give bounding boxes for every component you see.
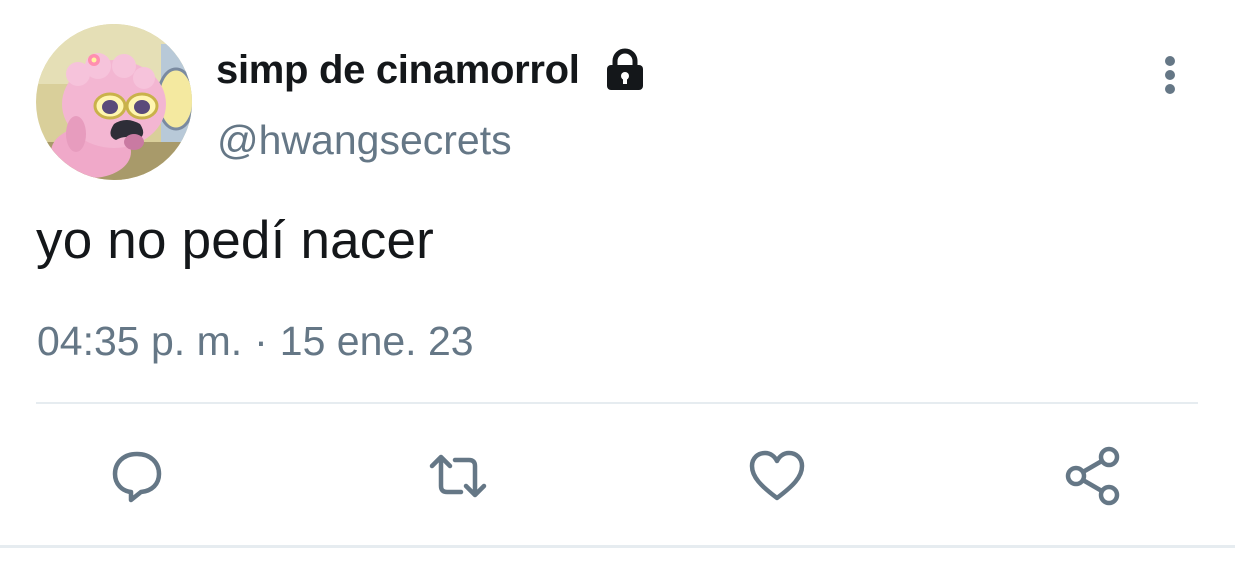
lock-icon [606,48,643,90]
more-options-button[interactable] [1150,52,1190,98]
user-handle[interactable]: @hwangsecrets [217,117,512,164]
reply-bubble-icon [112,451,162,503]
meta-separator: · [254,318,268,364]
avatar[interactable] [36,24,192,180]
heart-icon [749,450,805,501]
bottom-divider [0,545,1235,548]
avatar-image [36,24,192,180]
like-button[interactable] [747,446,807,506]
retweet-button[interactable] [428,446,488,506]
display-name-row: simp de cinamorrol [216,44,648,96]
display-name[interactable]: simp de cinamorrol [216,48,580,93]
tweet-timestamp[interactable]: 04:35 p. m. · 15 ene. 23 [37,318,474,365]
vertical-ellipsis-icon-dot [1165,84,1175,94]
tweet-time: 04:35 p. m. [37,318,243,364]
retweet-arrows-icon [429,454,487,498]
vertical-ellipsis-icon-dot [1165,56,1175,66]
tweet-card: simp de cinamorrol @hwangsecrets yo no p… [0,0,1235,567]
tweet-text: yo no pedí nacer [36,211,435,270]
vertical-ellipsis-icon-dot [1165,70,1175,80]
divider [36,402,1198,404]
share-nodes-icon [1065,446,1120,506]
reply-button[interactable] [107,446,167,506]
share-button[interactable] [1063,446,1123,506]
tweet-date: 15 ene. 23 [279,318,474,364]
